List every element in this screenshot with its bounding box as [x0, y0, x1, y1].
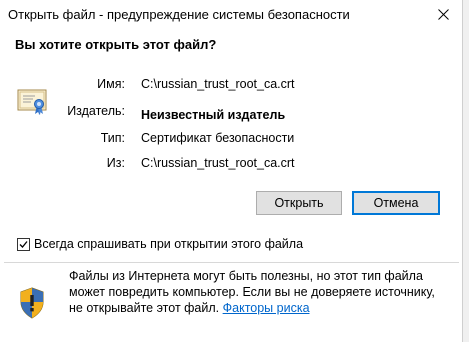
from-label: Из:	[106, 156, 125, 170]
type-label: Тип:	[100, 131, 125, 145]
background-window-edge	[463, 0, 469, 342]
type-value: Сертификат безопасности	[141, 131, 295, 145]
close-icon	[437, 8, 449, 20]
security-warning-dialog: Открыть файл - предупреждение системы бе…	[0, 0, 463, 342]
window-title: Открыть файл - предупреждение системы бе…	[8, 7, 350, 22]
risk-factors-link[interactable]: Факторы риска	[223, 301, 310, 315]
always-ask-label[interactable]: Всегда спрашивать при открытии этого фай…	[34, 237, 303, 251]
always-ask-checkbox[interactable]	[17, 238, 30, 251]
from-value: C:\russian_trust_root_ca.crt	[141, 156, 295, 170]
name-label: Имя:	[97, 77, 125, 91]
publisher-value: Неизвестный издатель	[141, 108, 286, 122]
checkmark-icon	[19, 241, 28, 248]
open-button[interactable]: Открыть	[256, 191, 342, 215]
dialog-heading: Вы хотите открыть этот файл?	[15, 37, 217, 52]
publisher-label: Издатель:	[67, 104, 125, 118]
title-bar[interactable]: Открыть файл - предупреждение системы бе…	[0, 0, 463, 30]
name-value: C:\russian_trust_root_ca.crt	[141, 77, 295, 91]
divider	[4, 262, 459, 263]
security-shield-icon	[20, 287, 44, 319]
warning-message: Файлы из Интернета могут быть полезны, н…	[69, 268, 451, 316]
cancel-button[interactable]: Отмена	[352, 191, 440, 215]
close-button[interactable]	[430, 3, 456, 25]
